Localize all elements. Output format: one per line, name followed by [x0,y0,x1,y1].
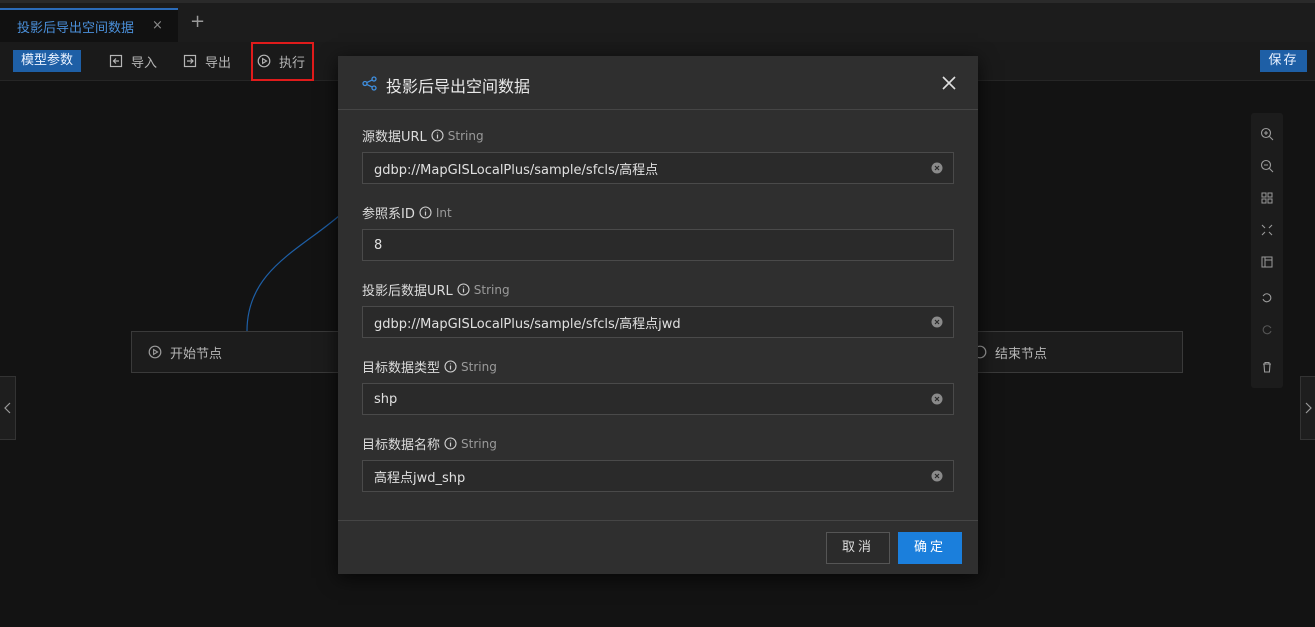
source-url-input[interactable]: gdbp://MapGISLocalPlus/sample/sfcls/高程点 [362,152,954,184]
confirm-button[interactable]: 确定 [898,532,962,564]
grid-icon[interactable] [1260,191,1274,205]
field-label-target-name: 目标数据名称 String [362,436,497,454]
params-dialog: 投影后导出空间数据 源数据URL String gdbp://MapGISLoc… [338,56,978,574]
chevron-left-icon [3,402,10,414]
field-type: String [461,359,497,374]
clear-icon[interactable] [931,316,943,328]
info-icon [444,360,457,373]
zoom-out-icon[interactable] [1260,159,1274,173]
clear-icon[interactable] [931,393,943,405]
fit-icon[interactable] [1260,223,1274,237]
cancel-button[interactable]: 取消 [826,532,890,564]
layout-icon[interactable] [1260,255,1274,269]
start-node[interactable]: 开始节点 [131,331,341,373]
clear-icon[interactable] [931,162,943,174]
field-type: String [473,282,510,297]
collapse-left-button[interactable] [0,376,16,440]
dialog-header: 投影后导出空间数据 [338,56,978,110]
share-nodes-icon [362,76,377,91]
target-name-input[interactable]: 高程点jwd_shp [362,460,954,492]
undo-icon[interactable] [1260,291,1274,305]
info-icon [419,206,432,219]
projected-url-input[interactable]: gdbp://MapGISLocalPlus/sample/sfcls/高程点j… [362,306,954,338]
dialog-footer: 取消 确定 [338,520,978,574]
chevron-right-icon [1305,402,1312,414]
field-type: String [447,128,484,143]
field-type: Int [435,205,452,220]
end-node[interactable]: 结束节点 [968,331,1183,373]
crs-id-input[interactable]: 8 [362,229,954,261]
redo-icon[interactable] [1260,323,1274,337]
play-icon [148,345,162,359]
collapse-right-button[interactable] [1300,376,1315,440]
field-label-target-type: 目标数据类型 String [362,359,497,377]
field-label-source-url: 源数据URL String [362,128,484,146]
start-node-label: 开始节点 [170,346,223,362]
dialog-title: 投影后导出空间数据 [386,77,531,96]
end-node-label: 结束节点 [995,346,1048,362]
target-type-input[interactable]: shp [362,383,954,415]
field-type: String [461,436,497,451]
info-icon [431,129,444,142]
close-icon[interactable] [940,74,958,92]
info-icon [444,437,457,450]
clear-icon[interactable] [931,470,943,482]
field-label-projected-url: 投影后数据URL String [362,282,510,300]
zoom-in-icon[interactable] [1260,127,1274,141]
field-label-crs-id: 参照系ID Int [362,205,452,223]
canvas-side-toolbar [1251,113,1283,388]
info-icon [457,283,470,296]
delete-icon[interactable] [1260,360,1274,374]
